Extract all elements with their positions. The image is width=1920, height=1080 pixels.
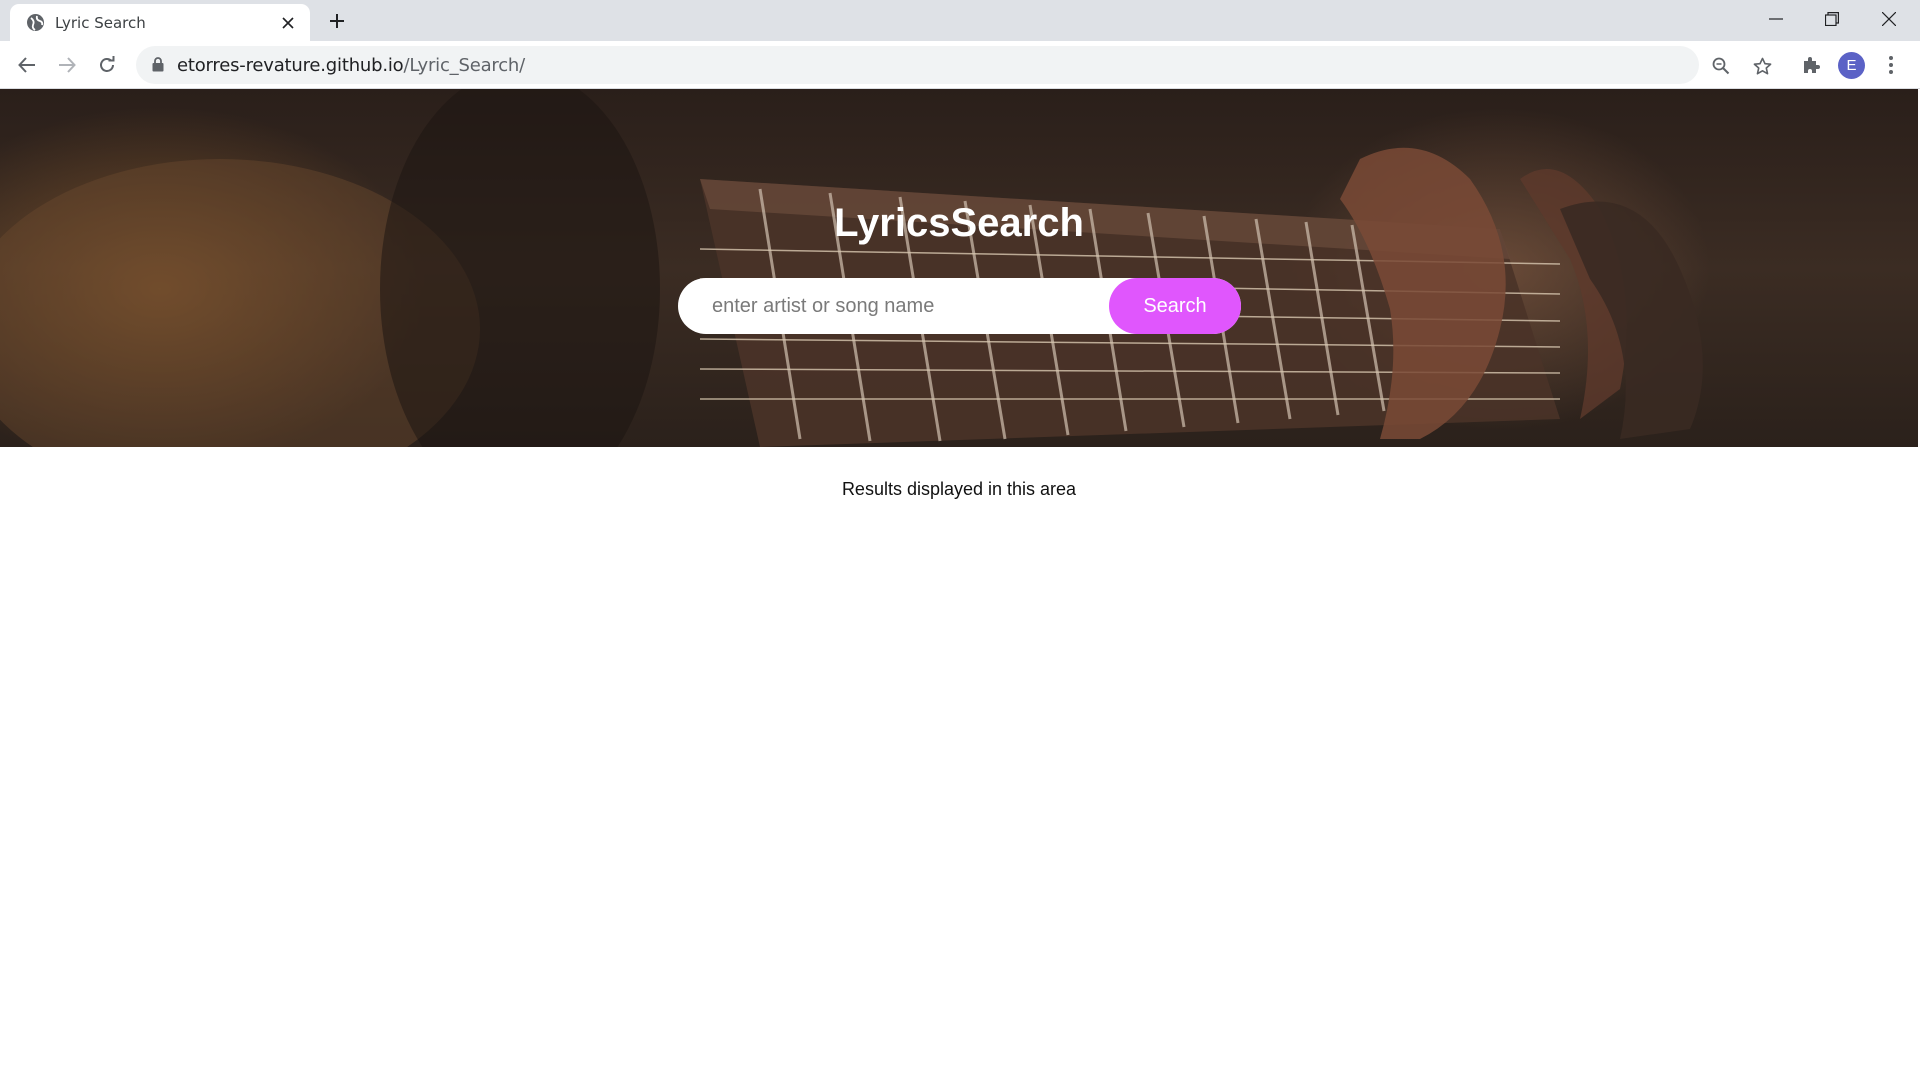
- menu-icon[interactable]: [1876, 50, 1906, 80]
- back-icon[interactable]: [11, 49, 43, 81]
- close-window-icon[interactable]: [1861, 0, 1917, 38]
- restore-icon[interactable]: [1804, 0, 1860, 38]
- close-icon[interactable]: [278, 13, 298, 33]
- tab-strip: Lyric Search: [0, 0, 1920, 41]
- tab-title: Lyric Search: [55, 14, 146, 32]
- reload-icon[interactable]: [91, 49, 123, 81]
- globe-icon: [26, 13, 45, 32]
- page-viewport: LyricsSearch Search Results displayed in…: [0, 89, 1918, 1080]
- url-text: etorres-revature.github.io/Lyric_Search/: [177, 55, 525, 76]
- search-form: Search: [678, 278, 1241, 334]
- url-host: etorres-revature.github.io: [177, 55, 404, 76]
- minimize-icon[interactable]: [1748, 0, 1804, 38]
- zoom-icon[interactable]: [1707, 52, 1735, 80]
- search-button[interactable]: Search: [1109, 278, 1241, 334]
- forward-icon[interactable]: [51, 49, 83, 81]
- browser-toolbar: etorres-revature.github.io/Lyric_Search/…: [0, 41, 1920, 89]
- address-bar[interactable]: etorres-revature.github.io/Lyric_Search/: [136, 46, 1771, 84]
- star-icon[interactable]: [1748, 52, 1776, 80]
- results-placeholder: Results displayed in this area: [841, 479, 1077, 499]
- url-path: /Lyric_Search/: [403, 55, 525, 76]
- lock-icon[interactable]: [152, 57, 164, 77]
- extensions-icon[interactable]: [1796, 50, 1826, 80]
- profile-avatar[interactable]: E: [1838, 52, 1865, 79]
- plus-icon[interactable]: [322, 8, 352, 34]
- hero-banner: LyricsSearch Search: [0, 89, 1918, 447]
- page-title: LyricsSearch: [834, 201, 1084, 245]
- guitar-background-image: [0, 89, 1703, 447]
- browser-tab[interactable]: Lyric Search: [10, 4, 310, 41]
